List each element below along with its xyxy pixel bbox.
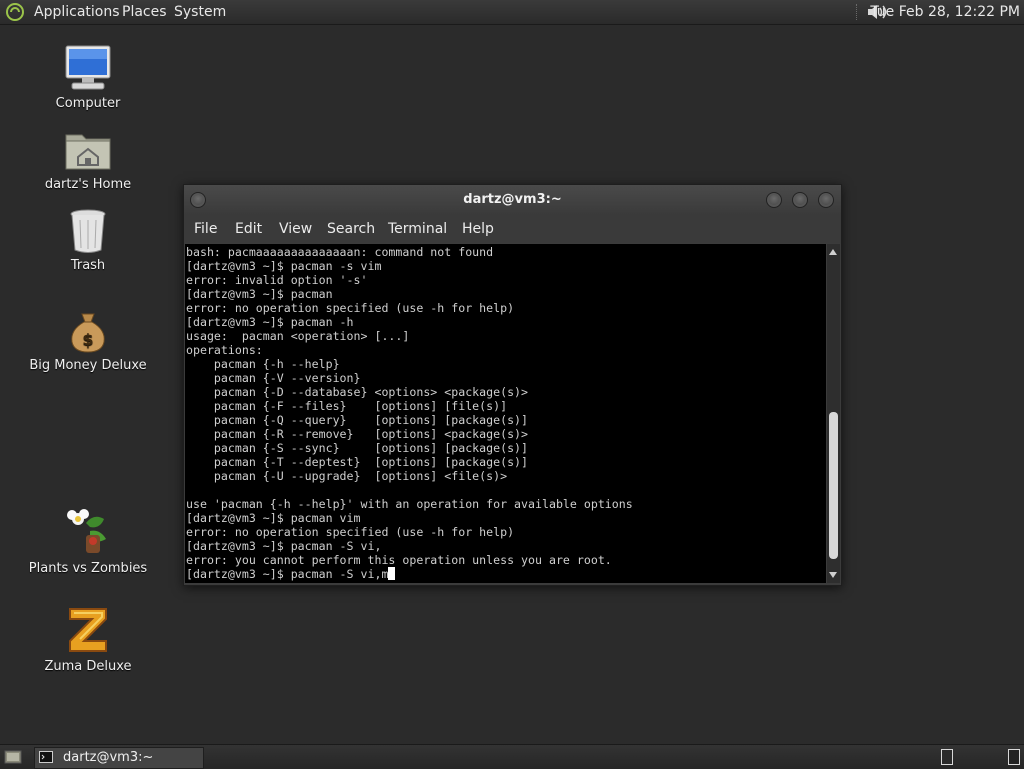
menu-file[interactable]: File xyxy=(194,221,217,237)
terminal-output[interactable]: bash: pacmaaaaaaaaaaaaaan: command not f… xyxy=(185,244,826,583)
menu-search[interactable]: Search xyxy=(327,221,375,237)
desktop-icon-zuma[interactable]: Zuma Deluxe xyxy=(13,605,163,674)
terminal-line: use 'pacman {-h --help}' with an operati… xyxy=(186,497,633,511)
text-cursor xyxy=(388,567,396,580)
terminal-line: pacman {-Q --query} [options] [package(s… xyxy=(186,413,529,427)
terminal-line: pacman {-S --sync} [options] [package(s)… xyxy=(186,441,529,455)
terminal-lines: bash: pacmaaaaaaaaaaaaaan: command not f… xyxy=(186,245,633,581)
terminal-line: usage: pacman <operation> [...] xyxy=(186,329,410,343)
scroll-down-arrow-icon[interactable] xyxy=(829,572,837,578)
terminal-scrollbar[interactable] xyxy=(827,244,840,583)
terminal-menubar: File Edit View Search Terminal Help xyxy=(184,215,841,243)
terminal-line: error: you cannot perform this operation… xyxy=(186,553,612,567)
desktop-icon-computer[interactable]: Computer xyxy=(13,44,163,111)
plants-vs-zombies-icon xyxy=(67,509,106,553)
zuma-icon xyxy=(69,608,107,652)
terminal-line: pacman {-T --deptest} [options] [package… xyxy=(186,455,529,469)
menu-places[interactable]: Places xyxy=(122,3,167,21)
desktop-icon-label: Computer xyxy=(55,96,121,111)
desktop-icon-trash[interactable]: Trash xyxy=(13,208,163,273)
desktop-icon-big-money[interactable]: $ Big Money Deluxe xyxy=(13,310,163,373)
terminal-line: pacman {-R --remove} [options] <package(… xyxy=(186,427,529,441)
show-desktop-icon[interactable] xyxy=(4,749,22,765)
distro-logo-icon[interactable] xyxy=(6,3,24,21)
terminal-window[interactable]: dartz@vm3:~ File Edit View Search Termin… xyxy=(183,184,842,586)
desktop-icon-label: Plants vs Zombies xyxy=(28,561,148,576)
terminal-icon xyxy=(39,751,53,763)
scroll-up-arrow-icon[interactable] xyxy=(829,249,837,255)
menu-edit[interactable]: Edit xyxy=(235,221,262,237)
top-panel: Applications Places System Tue Feb 28, 1… xyxy=(0,0,1024,25)
terminal-line: [dartz@vm3 ~]$ pacman -h xyxy=(186,315,354,329)
svg-text:$: $ xyxy=(82,330,93,349)
terminal-line: error: no operation specified (use -h fo… xyxy=(186,525,515,539)
workspace-1[interactable] xyxy=(941,749,953,765)
terminal-line: error: invalid option '-s' xyxy=(186,273,368,287)
terminal-line: [dartz@vm3 ~]$ pacman xyxy=(186,287,333,301)
menu-terminal[interactable]: Terminal xyxy=(388,221,447,237)
money-bag-icon: $ xyxy=(71,313,105,353)
menu-help[interactable]: Help xyxy=(462,221,494,237)
terminal-line: pacman {-h --help} xyxy=(186,357,340,371)
computer-icon xyxy=(65,45,111,90)
terminal-line: [dartz@vm3 ~]$ pacman -S vi,m xyxy=(186,567,633,581)
clock[interactable]: Tue Feb 28, 12:22 PM xyxy=(870,3,1020,21)
terminal-line: operations: xyxy=(186,343,263,357)
maximize-button[interactable] xyxy=(792,192,808,208)
menu-applications[interactable]: Applications xyxy=(34,3,120,21)
terminal-line: bash: pacmaaaaaaaaaaaaaan: command not f… xyxy=(186,245,494,259)
window-titlebar[interactable]: dartz@vm3:~ xyxy=(184,185,841,215)
terminal-line: [dartz@vm3 ~]$ pacman -S vi, xyxy=(186,539,382,553)
terminal-line: pacman {-D --database} <options> <packag… xyxy=(186,385,529,399)
trash-icon xyxy=(70,209,106,253)
workspace-2[interactable] xyxy=(1008,749,1020,765)
terminal-line: [dartz@vm3 ~]$ pacman -s vim xyxy=(186,259,382,273)
desktop-icon-label: dartz's Home xyxy=(44,177,132,192)
terminal-line: pacman {-V --version} xyxy=(186,371,361,385)
desktop-icon-label: Zuma Deluxe xyxy=(44,659,132,674)
menu-view[interactable]: View xyxy=(279,221,312,237)
terminal-line: error: no operation specified (use -h fo… xyxy=(186,301,515,315)
desktop-icon-home[interactable]: dartz's Home xyxy=(13,127,163,192)
bottom-panel: dartz@vm3:~ xyxy=(0,744,1024,769)
scrollbar-thumb[interactable] xyxy=(829,411,838,560)
terminal-line: pacman {-F --files} [options] [file(s)] xyxy=(186,399,508,413)
desktop-icon-label: Trash xyxy=(70,258,106,273)
panel-separator xyxy=(856,4,859,20)
minimize-button[interactable] xyxy=(766,192,782,208)
terminal-line: [dartz@vm3 ~]$ pacman vim xyxy=(186,511,361,525)
taskbar-terminal-button[interactable]: dartz@vm3:~ xyxy=(34,747,204,769)
desktop-icon-plants-vs-zombies[interactable]: Plants vs Zombies xyxy=(13,505,163,576)
home-folder-icon xyxy=(65,134,111,170)
desktop-icon-label: Big Money Deluxe xyxy=(29,358,147,373)
window-title: dartz@vm3:~ xyxy=(463,192,562,207)
close-button[interactable] xyxy=(818,192,834,208)
terminal-line: pacman {-U --upgrade} [options] <file(s)… xyxy=(186,469,508,483)
taskbar-label: dartz@vm3:~ xyxy=(63,750,154,765)
menu-system[interactable]: System xyxy=(174,3,226,21)
